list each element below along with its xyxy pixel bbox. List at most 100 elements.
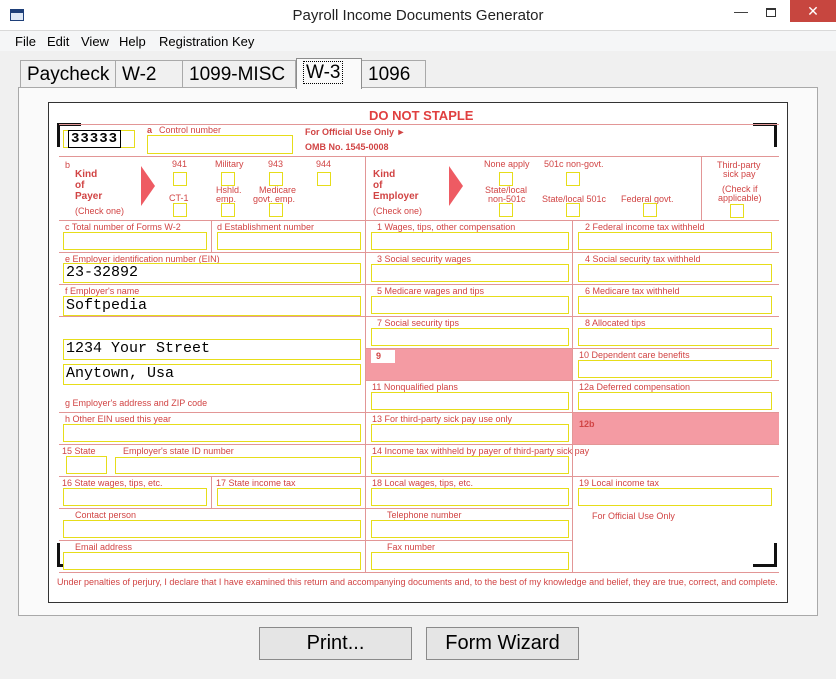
state-wages-field[interactable] <box>63 488 207 506</box>
payer-ct1-checkbox[interactable] <box>173 203 187 217</box>
tab-1099-misc[interactable]: 1099-MISC <box>182 60 296 88</box>
ss-tax-field[interactable] <box>578 264 772 282</box>
official-use-label: For Official Use Only ► <box>305 127 406 137</box>
menu-registration-key[interactable]: Registration Key <box>159 34 254 49</box>
payer-hshld-checkbox[interactable] <box>221 203 235 217</box>
state-local-501c-checkbox[interactable] <box>566 203 580 217</box>
control-number-void[interactable]: 33333 <box>63 130 135 148</box>
box6-label: 6 Medicare tax withheld <box>585 286 680 296</box>
state-id-label: Employer's state ID number <box>123 446 234 456</box>
omb-number: OMB No. 1545-0008 <box>305 142 389 152</box>
box12b-label: 12b <box>579 419 595 429</box>
establishment-number-field[interactable] <box>217 232 361 250</box>
email-field[interactable] <box>63 552 361 570</box>
employer-name-field[interactable]: Softpedia <box>63 296 361 316</box>
box16-label: 16 State wages, tips, etc. <box>62 478 163 488</box>
telephone-field[interactable] <box>371 520 569 538</box>
total-forms-field[interactable] <box>63 232 207 250</box>
official-use-only-label: For Official Use Only <box>592 511 675 521</box>
menu-help[interactable]: Help <box>119 34 146 49</box>
tab-paycheck[interactable]: Paycheck <box>20 60 116 88</box>
medicare-tax-field[interactable] <box>578 296 772 314</box>
medicare-wages-field[interactable] <box>371 296 569 314</box>
tab-w3-label: W-3 <box>303 61 344 84</box>
form-line <box>572 220 573 572</box>
federal-govt-checkbox[interactable] <box>643 203 657 217</box>
payer-military-checkbox[interactable] <box>221 172 235 186</box>
deferred-comp-field[interactable] <box>578 392 772 410</box>
third-party-sick-pay-checkbox[interactable] <box>730 204 744 218</box>
local-wages-field[interactable] <box>371 488 569 506</box>
federal-tax-field[interactable] <box>578 232 772 250</box>
menu-file[interactable]: File <box>15 34 36 49</box>
do-not-staple: DO NOT STAPLE <box>369 108 474 123</box>
state-income-tax-field[interactable] <box>217 488 361 506</box>
tab-1096[interactable]: 1096 <box>361 60 426 88</box>
income-tax-third-party-field[interactable] <box>371 456 569 474</box>
ss-tips-field[interactable] <box>371 328 569 346</box>
menu-edit[interactable]: Edit <box>47 34 69 49</box>
box8-label: 8 Allocated tips <box>585 318 646 328</box>
state-id-field[interactable] <box>115 457 361 474</box>
form-line <box>59 572 779 573</box>
state-local-non501c-checkbox[interactable] <box>499 203 513 217</box>
payer-941-label: 941 <box>172 159 188 169</box>
box10-label: 10 Dependent care benefits <box>579 350 690 360</box>
payer-941-checkbox[interactable] <box>173 172 187 186</box>
nonqualified-plans-field[interactable] <box>371 392 569 410</box>
payer-943-label: 943 <box>268 159 284 169</box>
arrow-icon <box>449 166 463 206</box>
form-line <box>59 444 779 445</box>
ein-field[interactable]: 23-32892 <box>63 263 361 283</box>
contact-person-field[interactable] <box>63 520 361 538</box>
payer-944-label: 944 <box>316 159 332 169</box>
address-line-2-field[interactable]: Anytown, Usa <box>63 364 361 385</box>
allocated-tips-field[interactable] <box>578 328 772 346</box>
payer-944-checkbox[interactable] <box>317 172 331 186</box>
close-button[interactable]: ✕ <box>790 0 836 22</box>
state-field[interactable] <box>66 456 107 474</box>
form-line <box>211 220 212 252</box>
payer-medicare-checkbox[interactable] <box>269 203 283 217</box>
501c-nongovt-checkbox[interactable] <box>566 172 580 186</box>
b-label: b <box>65 160 71 170</box>
box13-label: 13 For third-party sick pay use only <box>372 414 513 424</box>
address-line-1-field[interactable]: 1234 Your Street <box>63 339 361 360</box>
fax-field[interactable] <box>371 552 569 570</box>
tab-w2[interactable]: W-2 <box>115 60 183 88</box>
dependent-care-field[interactable] <box>578 360 772 378</box>
third-party-sick-pay-field[interactable] <box>371 424 569 442</box>
box14-label: 14 Income tax withheld by payer of third… <box>372 446 590 456</box>
perjury-statement: Under penalties of perjury, I declare th… <box>57 577 778 587</box>
control-number-value: 33333 <box>68 130 122 148</box>
form-line <box>59 316 779 317</box>
local-income-tax-field[interactable] <box>578 488 772 506</box>
box7-label: 7 Social security tips <box>377 318 460 328</box>
box5-label: 5 Medicare wages and tips <box>377 286 485 296</box>
box9-label: 9 <box>371 350 395 363</box>
control-number-label: Control number <box>159 125 222 135</box>
minimize-button[interactable]: — <box>728 0 754 22</box>
payer-943-checkbox[interactable] <box>269 172 283 186</box>
form-wizard-button[interactable]: Form Wizard <box>426 627 579 660</box>
maximize-button[interactable] <box>758 0 784 22</box>
tab-w3[interactable]: W-3 <box>296 58 362 89</box>
a-label: a <box>147 125 153 135</box>
sick-pay-label: sick pay <box>723 169 756 179</box>
control-number-field[interactable] <box>147 135 293 154</box>
h-other-ein-label: h Other EIN used this year <box>65 414 172 424</box>
employer-label: Employer <box>373 191 419 202</box>
none-apply-checkbox[interactable] <box>499 172 513 186</box>
other-ein-field[interactable] <box>63 424 361 442</box>
menu-bar: File Edit View Help Registration Key <box>0 31 836 51</box>
corner-mark <box>753 123 777 147</box>
form-line <box>211 476 212 508</box>
wages-field[interactable] <box>371 232 569 250</box>
title-bar: Payroll Income Documents Generator — ✕ <box>0 0 836 31</box>
check-one-label-2: (Check one) <box>373 206 423 216</box>
print-button[interactable]: Print... <box>259 627 412 660</box>
menu-view[interactable]: View <box>81 34 109 49</box>
ss-wages-field[interactable] <box>371 264 569 282</box>
form-line <box>59 284 779 285</box>
kind-label-2: Kind <box>373 169 396 180</box>
